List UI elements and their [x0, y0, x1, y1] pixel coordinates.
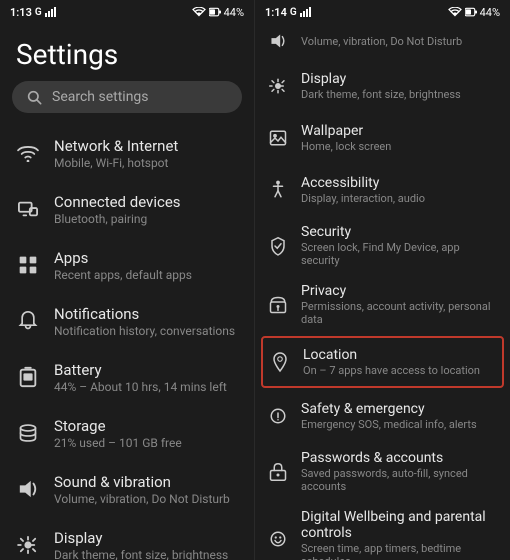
volume-top-subtitle: Volume, vibration, Do Not Disturb — [301, 35, 462, 48]
notifications-title: Notifications — [54, 305, 235, 323]
sound-icon — [16, 477, 40, 501]
search-placeholder: Search settings — [52, 89, 149, 105]
safety-icon — [267, 405, 289, 427]
location-icon — [269, 351, 291, 373]
wellbeing-icon — [267, 528, 289, 550]
settings-list: Network & Internet Mobile, Wi-Fi, hotspo… — [0, 125, 254, 560]
wifi-status-icon — [192, 7, 206, 17]
battery-subtitle: 44% – About 10 hrs, 14 mins left — [54, 380, 227, 394]
right-item-privacy[interactable]: Privacy Permissions, account activity, p… — [255, 275, 510, 334]
sidebar-item-storage[interactable]: Storage 21% used – 101 GB free — [0, 405, 254, 461]
right-item-display[interactable]: Display Dark theme, font size, brightnes… — [255, 60, 510, 112]
sound-top-icon — [267, 30, 289, 52]
display-subtitle: Dark theme, font size, brightness — [54, 548, 228, 560]
right-wallpaper-title: Wallpaper — [301, 123, 391, 139]
right-location-subtitle: On – 7 apps have access to location — [303, 364, 480, 377]
network-subtitle: Mobile, Wi-Fi, hotspot — [54, 156, 178, 170]
right-battery-icon — [465, 7, 477, 17]
battery-title: Battery — [54, 361, 227, 379]
battery-icon — [16, 365, 40, 389]
page-title: Settings — [0, 22, 254, 81]
left-status-right: 44% — [192, 6, 244, 19]
storage-title: Storage — [54, 417, 182, 435]
right-settings-list: Volume, vibration, Do Not Disturb Displa… — [255, 22, 510, 560]
passwords-icon — [267, 461, 289, 483]
right-safety-subtitle: Emergency SOS, medical info, alerts — [301, 418, 477, 431]
storage-subtitle: 21% used – 101 GB free — [54, 436, 182, 450]
right-passwords-title: Passwords & accounts — [301, 450, 498, 466]
right-privacy-subtitle: Permissions, account activity, personal … — [301, 300, 498, 326]
right-security-subtitle: Screen lock, Find My Device, app securit… — [301, 241, 498, 267]
security-icon — [267, 235, 289, 257]
right-signal-icon — [300, 7, 312, 17]
right-item-security[interactable]: Security Screen lock, Find My Device, ap… — [255, 216, 510, 275]
right-passwords-subtitle: Saved passwords, auto-fill, synced accou… — [301, 467, 498, 493]
right-item-passwords[interactable]: Passwords & accounts Saved passwords, au… — [255, 442, 510, 501]
connected-title: Connected devices — [54, 193, 181, 211]
sidebar-item-battery[interactable]: Battery 44% – About 10 hrs, 14 mins left — [0, 349, 254, 405]
right-display-icon — [267, 75, 289, 97]
sidebar-item-network[interactable]: Network & Internet Mobile, Wi-Fi, hotspo… — [0, 125, 254, 181]
storage-icon — [16, 421, 40, 445]
notifications-subtitle: Notification history, conversations — [54, 324, 235, 338]
battery-status-icon-left — [209, 7, 221, 17]
search-bar[interactable]: Search settings — [12, 81, 242, 113]
left-status-bar: 1:13 G 44% — [0, 0, 254, 22]
sound-subtitle: Volume, vibration, Do Not Disturb — [54, 492, 230, 506]
right-privacy-title: Privacy — [301, 283, 498, 299]
right-accessibility-subtitle: Display, interaction, audio — [301, 192, 425, 205]
right-item-accessibility[interactable]: Accessibility Display, interaction, audi… — [255, 164, 510, 216]
display-icon — [16, 533, 40, 557]
right-status-bar: 1:14 G 44% — [255, 0, 510, 22]
right-wellbeing-title: Digital Wellbeing and parental controls — [301, 509, 498, 541]
sidebar-item-display[interactable]: Display Dark theme, font size, brightnes… — [0, 517, 254, 560]
right-item-safety[interactable]: Safety & emergency Emergency SOS, medica… — [255, 390, 510, 442]
right-wifi-icon — [448, 7, 462, 17]
sidebar-item-notifications[interactable]: Notifications Notification history, conv… — [0, 293, 254, 349]
right-accessibility-title: Accessibility — [301, 175, 425, 191]
apps-icon — [16, 253, 40, 277]
right-safety-title: Safety & emergency — [301, 401, 477, 417]
network-title: Network & Internet — [54, 137, 178, 155]
devices-icon — [16, 197, 40, 221]
right-item-wallpaper[interactable]: Wallpaper Home, lock screen — [255, 112, 510, 164]
apps-subtitle: Recent apps, default apps — [54, 268, 192, 282]
accessibility-icon — [267, 179, 289, 201]
right-wellbeing-subtitle: Screen time, app timers, bedtime schedul… — [301, 542, 498, 560]
right-display-subtitle: Dark theme, font size, brightness — [301, 88, 461, 101]
apps-title: Apps — [54, 249, 192, 267]
left-time: 1:13 G — [10, 6, 57, 19]
right-display-title: Display — [301, 71, 461, 87]
search-icon — [26, 89, 42, 105]
sidebar-item-sound[interactable]: Sound & vibration Volume, vibration, Do … — [0, 461, 254, 517]
right-wallpaper-subtitle: Home, lock screen — [301, 140, 391, 153]
privacy-icon — [267, 294, 289, 316]
right-item-location[interactable]: Location On – 7 apps have access to loca… — [261, 336, 504, 388]
sidebar-item-connected[interactable]: Connected devices Bluetooth, pairing — [0, 181, 254, 237]
signal-icon — [45, 7, 57, 17]
connected-subtitle: Bluetooth, pairing — [54, 212, 181, 226]
display-title: Display — [54, 529, 228, 547]
right-security-title: Security — [301, 224, 498, 240]
right-wallpaper-icon — [267, 127, 289, 149]
left-panel: 1:13 G 44% Settings Search settings Netw… — [0, 0, 255, 560]
sidebar-item-apps[interactable]: Apps Recent apps, default apps — [0, 237, 254, 293]
bell-icon — [16, 309, 40, 333]
right-item-wellbeing[interactable]: Digital Wellbeing and parental controls … — [255, 501, 510, 560]
right-status-right: 44% — [448, 6, 500, 19]
right-panel: 1:14 G 44% Volume, vibration, Do Not Dis… — [255, 0, 510, 560]
right-location-title: Location — [303, 347, 480, 363]
wifi-icon — [16, 141, 40, 165]
right-item-volume-top[interactable]: Volume, vibration, Do Not Disturb — [255, 22, 510, 60]
sound-title: Sound & vibration — [54, 473, 230, 491]
right-time: 1:14 G — [265, 6, 312, 19]
